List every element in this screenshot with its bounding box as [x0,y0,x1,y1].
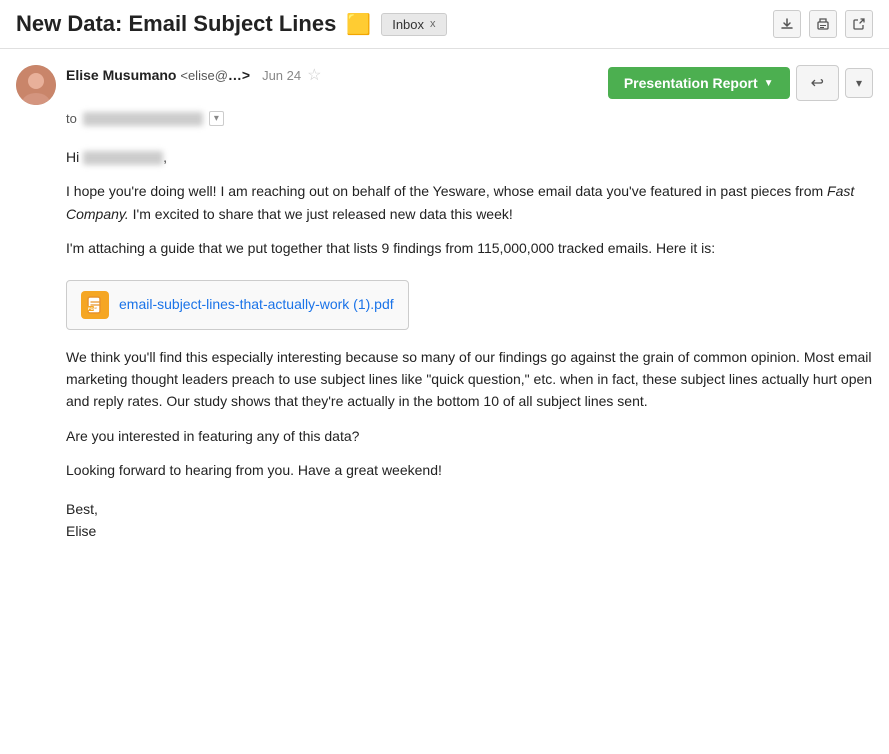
more-actions-button[interactable]: ▾ [845,68,873,98]
attachment-filename[interactable]: email-subject-lines-that-actually-work (… [119,293,394,315]
sender-name: Elise Musumano <elise@…> [66,67,250,83]
print-button[interactable] [809,10,837,38]
sender-email: <elise@ [180,68,228,83]
paragraph-1: I hope you're doing well! I am reaching … [66,180,873,225]
presentation-report-button[interactable]: Presentation Report ▼ [608,67,790,99]
email-body: Hi , I hope you're doing well! I am reac… [0,138,889,558]
inbox-tab[interactable]: Inbox x [381,13,446,36]
email-action-buttons: Presentation Report ▼ ↩ ▾ [608,65,873,101]
greeting-line: Hi , [66,146,873,168]
download-button[interactable] [773,10,801,38]
top-bar-actions [773,10,873,38]
email-date: Jun 24 [262,68,301,83]
paragraph-2: I'm attaching a guide that we put togeth… [66,237,873,259]
reply-icon: ↩ [811,75,824,92]
to-label: to [66,111,77,126]
star-icon[interactable]: ☆ [307,65,321,85]
inbox-tab-close[interactable]: x [430,18,436,30]
avatar-image [16,65,56,105]
attachment-box[interactable]: PDF email-subject-lines-that-actually-wo… [66,280,409,330]
dropdown-caret-icon: ▾ [856,76,862,90]
recipient-name-blurred [83,151,163,165]
presentation-report-caret: ▼ [764,78,774,89]
to-row: to ▾ [0,105,889,138]
inbox-tab-label: Inbox [392,17,424,32]
paragraph-5: Looking forward to hearing from you. Hav… [66,459,873,481]
folder-icon: 🟨 [346,12,371,37]
greeting-comma: , [163,149,167,165]
recipient-address [83,112,203,126]
greeting-hi: Hi [66,149,79,165]
attachment-file-icon: PDF [81,291,109,319]
sender-avatar [16,65,56,105]
paragraph-4: Are you interested in featuring any of t… [66,425,873,447]
email-signature: Best, Elise [66,498,873,543]
reply-button[interactable]: ↩ [796,65,839,101]
sender-info: Elise Musumano <elise@…> Jun 24 ☆ [66,65,598,85]
recipient-dropdown[interactable]: ▾ [209,111,224,126]
email-subject-title: New Data: Email Subject Lines [16,11,336,37]
presentation-report-label: Presentation Report [624,75,758,91]
email-header: Elise Musumano <elise@…> Jun 24 ☆ Presen… [0,49,889,105]
sign-off: Best, [66,498,873,520]
paragraph-3: We think you'll find this especially int… [66,346,873,413]
pdf-icon: PDF [86,296,104,314]
download-icon [780,17,794,31]
top-bar: New Data: Email Subject Lines 🟨 Inbox x [0,0,889,49]
signature-name: Elise [66,520,873,542]
print-icon [816,17,830,31]
external-link-button[interactable] [845,10,873,38]
external-link-icon [852,17,866,31]
svg-text:PDF: PDF [88,306,97,311]
